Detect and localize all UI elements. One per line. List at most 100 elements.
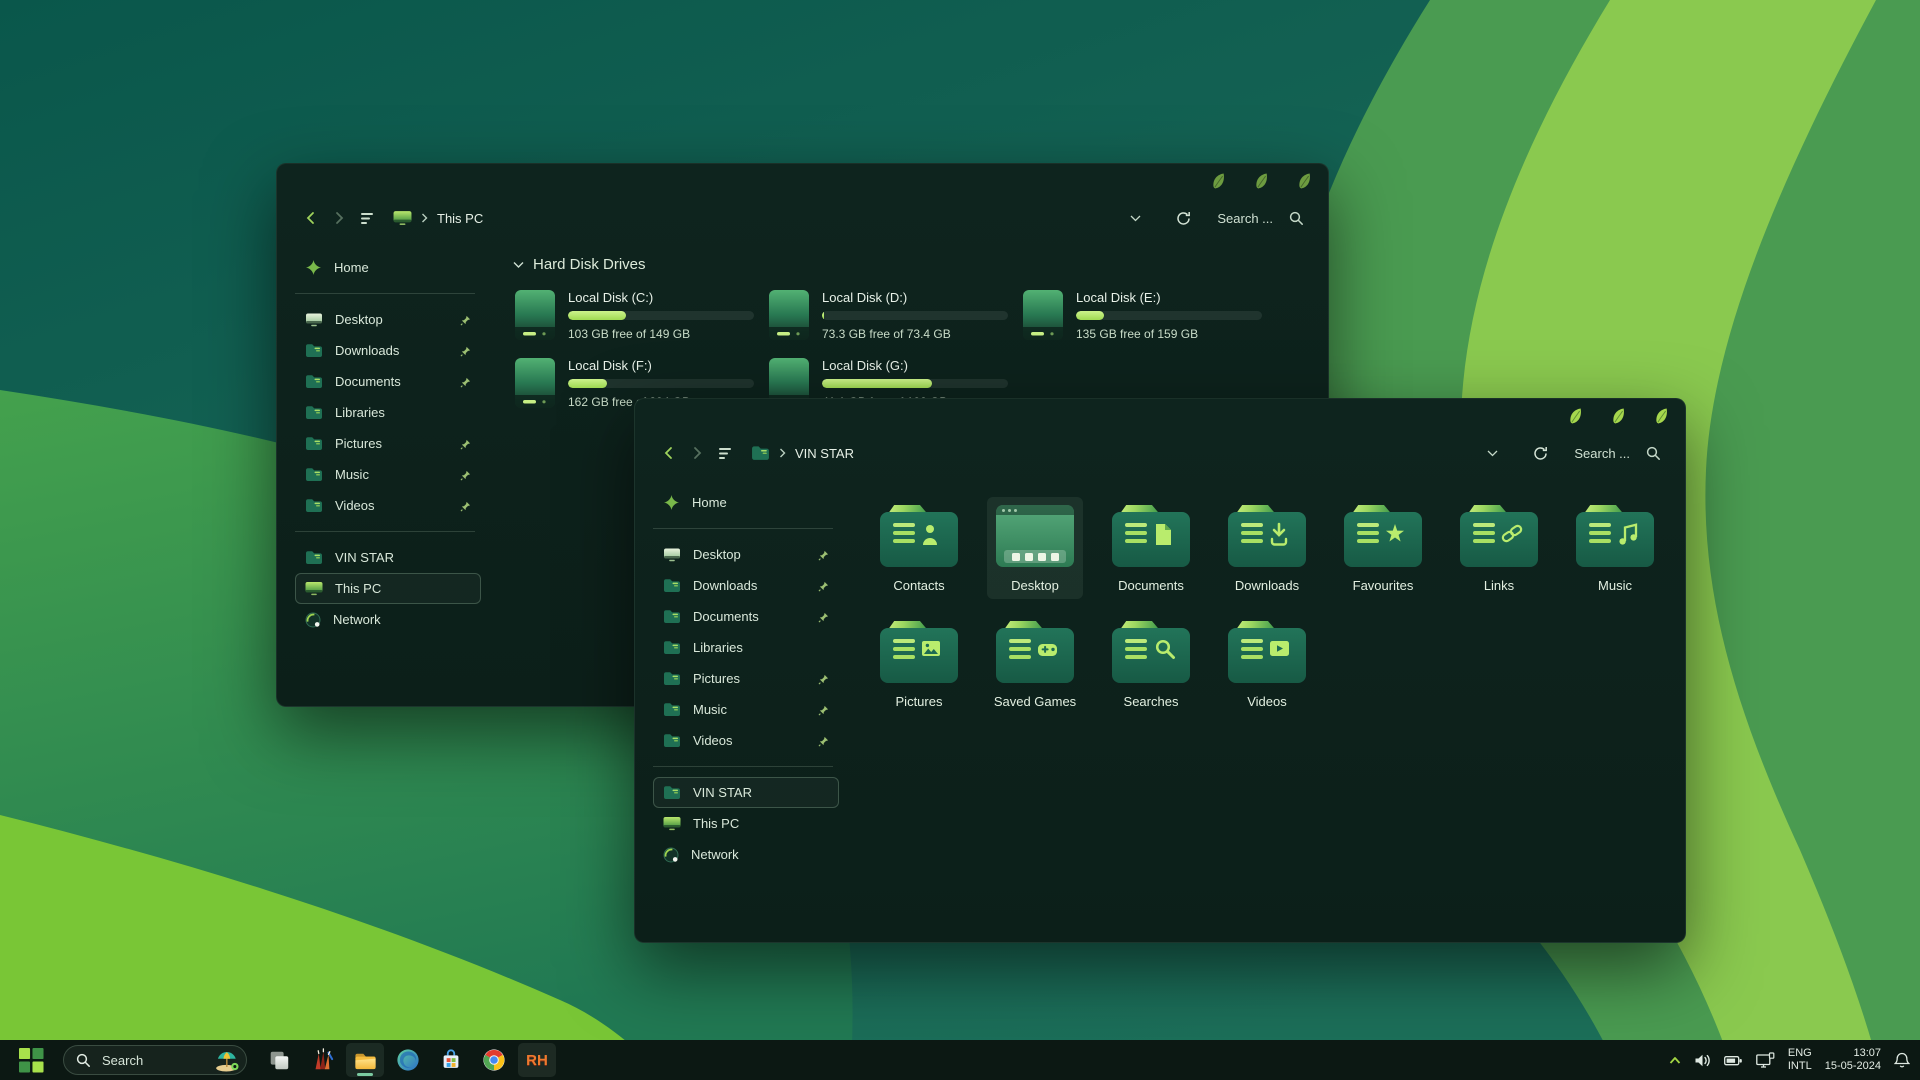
drive-e-tile[interactable]: Local Disk (E:) 135 GB free of 159 GB — [1021, 289, 1275, 341]
maximize-leaf-button[interactable] — [1253, 172, 1269, 192]
desktop-mini-icon — [305, 312, 323, 327]
breadcrumb-location: VIN STAR — [795, 446, 854, 461]
sidebar-item-music[interactable]: Music — [653, 694, 839, 725]
nav-forward-button[interactable] — [325, 204, 353, 232]
sidebar-label: Libraries — [693, 640, 743, 655]
hard-drive-icon — [513, 357, 557, 409]
titlebar — [635, 399, 1685, 433]
folder-tile-contacts[interactable]: Contacts — [871, 497, 967, 599]
folder-icon — [880, 621, 958, 683]
sidebar-item-this-pc[interactable]: This PC — [653, 808, 839, 839]
microsoft-store-button[interactable] — [432, 1043, 470, 1077]
folder-tile-music[interactable]: Music — [1567, 497, 1663, 599]
sidebar-item-this-pc[interactable]: This PC — [295, 573, 481, 604]
hard-drive-icon — [513, 289, 557, 341]
sidebar-label: Videos — [335, 498, 375, 513]
folder-tile-downloads[interactable]: Downloads — [1219, 497, 1315, 599]
sidebar-item-pictures[interactable]: Pictures — [653, 663, 839, 694]
folder-tile-videos[interactable]: Videos — [1219, 613, 1315, 715]
nav-forward-button[interactable] — [683, 439, 711, 467]
battery-icon — [1724, 1053, 1743, 1068]
folder-mini-icon — [305, 498, 323, 513]
address-dropdown-button[interactable] — [1478, 439, 1506, 467]
search-box[interactable]: Search ... — [1217, 211, 1304, 226]
refresh-button[interactable] — [1526, 439, 1554, 467]
folder-tile-saved-games[interactable]: Saved Games — [987, 613, 1083, 715]
recent-locations-icon[interactable] — [353, 204, 381, 232]
breadcrumb[interactable]: This PC — [393, 210, 483, 226]
folder-label: Links — [1484, 578, 1514, 593]
chrome-icon — [482, 1048, 506, 1072]
taskbar-search[interactable]: Search — [63, 1045, 247, 1075]
folder-tile-favourites[interactable]: Favourites — [1335, 497, 1431, 599]
minimize-leaf-button[interactable] — [1210, 172, 1226, 192]
sidebar-item-vin-star[interactable]: VIN STAR — [295, 542, 481, 573]
sidebar-item-music[interactable]: Music — [295, 459, 481, 490]
sidebar-label: Pictures — [335, 436, 382, 451]
google-chrome-button[interactable] — [475, 1043, 513, 1077]
folder-label: Searches — [1124, 694, 1179, 709]
hidden-icons-chevron[interactable] — [1669, 1055, 1681, 1065]
folder-icon — [1112, 505, 1190, 567]
rh-app-button[interactable]: RH — [518, 1043, 556, 1077]
minimize-leaf-button[interactable] — [1567, 407, 1583, 427]
pin-icon — [460, 501, 471, 512]
sidebar-item-network[interactable]: Network — [653, 839, 839, 870]
folder-mini-icon — [663, 702, 681, 717]
folder-tile-documents[interactable]: Documents — [1103, 497, 1199, 599]
close-leaf-button[interactable] — [1296, 172, 1312, 192]
start-button[interactable] — [12, 1043, 50, 1077]
microsoft-edge-button[interactable] — [389, 1043, 427, 1077]
notifications-button[interactable] — [1894, 1052, 1910, 1069]
folder-tile-searches[interactable]: Searches — [1103, 613, 1199, 715]
sidebar-item-downloads[interactable]: Downloads — [653, 570, 839, 601]
sidebar-item-downloads[interactable]: Downloads — [295, 335, 481, 366]
collapse-chevron-icon[interactable] — [513, 261, 524, 269]
document-glyph — [1156, 524, 1171, 545]
file-explorer-button[interactable] — [346, 1043, 384, 1077]
breadcrumb[interactable]: VIN STAR — [751, 445, 854, 461]
navigation-bar: VIN STAR Search ... — [635, 433, 1685, 473]
language-indicator[interactable]: ENG INTL — [1788, 1047, 1812, 1073]
folder-tile-desktop[interactable]: Desktop — [987, 497, 1083, 599]
nav-back-button[interactable] — [655, 439, 683, 467]
sidebar-item-documents[interactable]: Documents — [295, 366, 481, 397]
person-glyph — [923, 525, 937, 545]
close-leaf-button[interactable] — [1653, 407, 1669, 427]
sidebar-item-libraries[interactable]: Libraries — [295, 397, 481, 428]
maximize-leaf-button[interactable] — [1610, 407, 1626, 427]
sidebar-item-pictures[interactable]: Pictures — [295, 428, 481, 459]
drive-d-tile[interactable]: Local Disk (D:) 73.3 GB free of 73.4 GB — [767, 289, 1021, 341]
folder-tile-pictures[interactable]: Pictures — [871, 613, 967, 715]
sidebar-item-videos[interactable]: Videos — [295, 490, 481, 521]
folder-icon — [880, 505, 958, 567]
refresh-button[interactable] — [1169, 204, 1197, 232]
clock[interactable]: 13:07 15-05-2024 — [1825, 1047, 1881, 1073]
sidebar-item-network[interactable]: Network — [295, 604, 481, 635]
battery-button[interactable] — [1724, 1053, 1743, 1068]
sidebar-item-videos[interactable]: Videos — [653, 725, 839, 756]
folder-tile-links[interactable]: Links — [1451, 497, 1547, 599]
volume-button[interactable] — [1694, 1053, 1711, 1068]
sidebar-item-vin-star[interactable]: VIN STAR — [653, 777, 839, 808]
recent-locations-icon[interactable] — [711, 439, 739, 467]
sidebar-item-desktop[interactable]: Desktop — [295, 304, 481, 335]
folder-mini-icon — [305, 550, 323, 565]
search-box[interactable]: Search ... — [1574, 446, 1661, 461]
drive-capacity-bar — [568, 379, 754, 388]
task-view-button[interactable] — [260, 1043, 298, 1077]
sidebar-item-home[interactable]: Home — [295, 252, 481, 283]
drive-c-tile[interactable]: Local Disk (C:) 103 GB free of 149 GB — [513, 289, 767, 341]
sidebar-item-home[interactable]: Home — [653, 487, 839, 518]
sidebar-item-documents[interactable]: Documents — [653, 601, 839, 632]
sidebar-item-desktop[interactable]: Desktop — [653, 539, 839, 570]
address-dropdown-button[interactable] — [1121, 204, 1149, 232]
paint-brushes-app-button[interactable] — [303, 1043, 341, 1077]
folder-mini-icon — [663, 609, 681, 624]
nav-back-button[interactable] — [297, 204, 325, 232]
pin-icon — [460, 377, 471, 388]
explorer-window-vin-star: VIN STAR Search ... Home Desktop — [634, 398, 1686, 943]
display-connect-button[interactable] — [1756, 1052, 1775, 1068]
sidebar-label: Home — [692, 495, 727, 510]
sidebar-item-libraries[interactable]: Libraries — [653, 632, 839, 663]
